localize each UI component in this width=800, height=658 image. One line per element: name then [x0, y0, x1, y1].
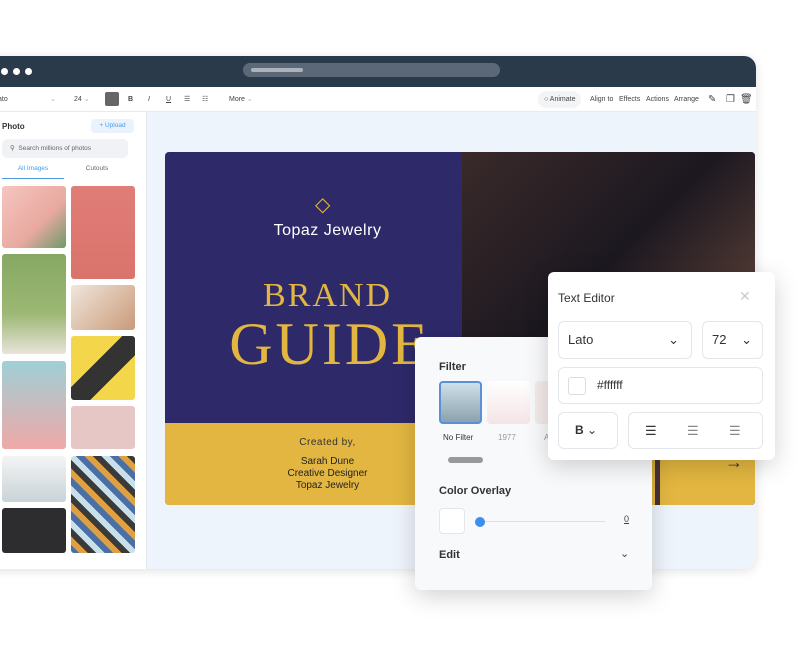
chevron-down-icon: ⌄	[668, 332, 679, 347]
effects-button[interactable]: Effects	[619, 91, 640, 108]
list-icon[interactable]: ☷	[202, 91, 208, 108]
created-by: Created by,	[299, 437, 356, 448]
tab-cutouts[interactable]: Cutouts	[66, 165, 128, 179]
font-size-select[interactable]: 24 ⌄	[74, 91, 100, 108]
animate-button[interactable]: ○ Animate	[538, 91, 582, 108]
photo-thumbnail[interactable]	[2, 508, 66, 553]
align-icon[interactable]: ☰	[184, 91, 190, 108]
filter-scrollbar[interactable]	[448, 457, 483, 463]
arrange-button[interactable]: Arrange	[674, 91, 699, 108]
bold-button[interactable]: B	[128, 91, 133, 108]
author-company: Topaz Jewelry	[295, 480, 360, 491]
filter-label: No Filter	[443, 433, 474, 442]
color-overlay-title: Color Overlay	[439, 485, 512, 497]
font-select[interactable]: Lato ⌄	[558, 321, 692, 359]
trash-icon[interactable]: 🗑	[740, 91, 753, 108]
photo-thumbnail[interactable]	[71, 406, 135, 449]
chevron-down-icon[interactable]: ⌄	[620, 547, 629, 560]
align-center-icon[interactable]: ☰	[687, 413, 699, 448]
photo-thumbnail[interactable]	[2, 186, 66, 248]
filter-no-filter[interactable]	[439, 381, 482, 424]
overlay-color-swatch[interactable]	[439, 508, 465, 534]
text-editor-panel: Text Editor ✕ Lato ⌄ 72 ⌄ #ffffff B ⌄ ☰ ☰ …	[548, 272, 775, 460]
close-icon[interactable]: ✕	[739, 288, 751, 305]
align-left-icon[interactable]: ☰	[645, 413, 657, 448]
author-name: Sarah Dune	[300, 456, 355, 467]
photo-thumbnail[interactable]	[71, 336, 135, 400]
diamond-icon: ◇	[315, 194, 331, 216]
weight-select[interactable]: B ⌄	[558, 412, 618, 449]
photo-thumbnail[interactable]	[71, 186, 135, 279]
search-input[interactable]: ⚲ Search millions of photos	[2, 139, 128, 158]
font-select[interactable]: ato ⌄	[0, 91, 60, 108]
window-dot[interactable]	[1, 68, 8, 75]
photo-thumbnail[interactable]	[71, 456, 135, 553]
window-dot[interactable]	[25, 68, 32, 75]
copy-icon[interactable]: ❐	[726, 91, 735, 108]
brand-name: Topaz Jewelry	[273, 222, 382, 239]
search-icon: ⚲	[10, 145, 15, 152]
overlay-value[interactable]: 0	[624, 514, 629, 524]
toolbar: ato ⌄ 24 ⌄ B I U ☰ ☷ More ⌄ ○ Animate Al…	[0, 87, 756, 112]
photo-sidebar: Photo + Upload ⚲ Search millions of phot…	[0, 112, 147, 569]
chevron-down-icon: ⌄	[741, 332, 752, 347]
italic-button[interactable]: I	[148, 91, 150, 108]
address-bar[interactable]	[243, 63, 500, 77]
text-editor-title: Text Editor	[558, 291, 615, 305]
upload-button[interactable]: + Upload	[91, 119, 134, 133]
tab-all-images[interactable]: All Images	[2, 165, 64, 179]
filter-title: Filter	[439, 361, 466, 373]
credits: Sarah Dune Creative Designer Topaz Jewel…	[225, 456, 430, 492]
author-role: Creative Designer	[287, 468, 368, 479]
alignment-group: ☰ ☰ ☰	[628, 412, 763, 449]
sidebar-title: Photo	[2, 122, 25, 131]
edit-section[interactable]: Edit	[439, 549, 460, 561]
size-select[interactable]: 72 ⌄	[702, 321, 763, 359]
photo-thumbnail[interactable]	[71, 285, 135, 330]
window-dot[interactable]	[13, 68, 20, 75]
align-to-button[interactable]: Align to	[590, 91, 613, 108]
photo-thumbnail[interactable]	[2, 456, 66, 502]
brush-icon[interactable]: ✎	[708, 91, 716, 108]
more-button[interactable]: More ⌄	[229, 91, 253, 108]
color-hex[interactable]: #ffffff	[597, 378, 623, 392]
align-right-icon[interactable]: ☰	[729, 413, 741, 448]
overlay-slider-handle[interactable]	[475, 517, 485, 527]
photo-thumbnail[interactable]	[2, 254, 66, 354]
underline-button[interactable]: U	[166, 91, 171, 108]
color-swatch[interactable]	[568, 377, 586, 395]
title-bar	[0, 56, 756, 87]
color-swatch[interactable]	[105, 92, 119, 106]
filter-1977[interactable]	[487, 381, 530, 424]
photo-thumbnail[interactable]	[2, 361, 66, 449]
filter-label: 1977	[498, 433, 516, 442]
actions-button[interactable]: Actions	[646, 91, 669, 108]
overlay-slider-track[interactable]	[480, 521, 605, 522]
color-field[interactable]: #ffffff	[558, 367, 763, 404]
